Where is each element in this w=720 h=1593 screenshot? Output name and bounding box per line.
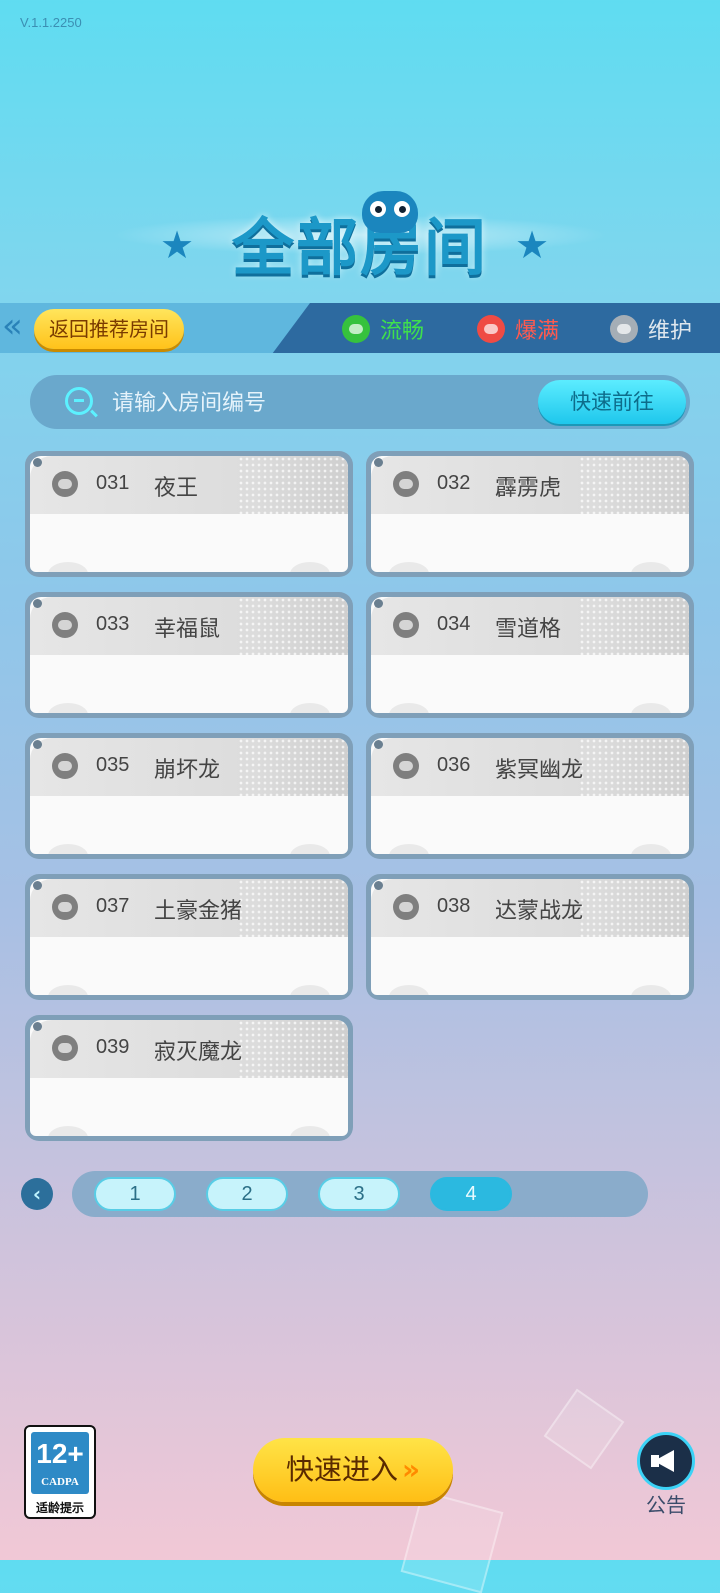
room-number: 036 — [437, 754, 471, 776]
room-card[interactable]: 034 雪道格 — [366, 592, 694, 718]
room-name: 夜王 — [154, 476, 199, 501]
mascot-icon — [362, 191, 418, 233]
room-number: 037 — [96, 895, 130, 917]
pig-status-icon — [52, 471, 78, 497]
room-name: 寂灭魔龙 — [154, 1040, 243, 1065]
room-number: 038 — [437, 895, 471, 917]
pig-status-icon — [610, 315, 638, 343]
room-name: 达蒙战龙 — [495, 899, 584, 924]
room-number: 033 — [96, 613, 130, 635]
version-label: V.1.1.2250 — [20, 15, 82, 30]
room-number: 032 — [437, 472, 471, 494]
megaphone-icon[interactable] — [637, 1432, 695, 1490]
quick-go-button[interactable]: 快速前往 — [538, 380, 686, 424]
pig-status-icon — [393, 753, 419, 779]
notice-label[interactable]: 公告 — [637, 1489, 695, 1518]
legend-label: 爆满 — [515, 319, 560, 344]
legend-label: 流畅 — [380, 319, 425, 344]
pin-dot — [33, 1022, 42, 1031]
pig-status-icon — [393, 894, 419, 920]
legend-label: 维护 — [648, 319, 693, 344]
pin-dot — [374, 458, 383, 467]
pagination: 1 2 3 4 — [72, 1171, 648, 1217]
search-icon — [65, 387, 93, 415]
page-button-3[interactable]: 3 — [318, 1177, 400, 1211]
double-arrow-icon: » — [401, 1453, 421, 1486]
pig-status-icon — [477, 315, 505, 343]
room-name: 霹雳虎 — [495, 476, 562, 501]
age-rating-badge: 12+ CADPA 适龄提示 — [24, 1425, 96, 1519]
chevron-left-icon: « — [2, 306, 23, 346]
page-button-4[interactable]: 4 — [430, 1177, 512, 1211]
pig-status-icon — [52, 1035, 78, 1061]
room-card[interactable]: 038 达蒙战龙 — [366, 874, 694, 1000]
quick-enter-label: 快速进入 — [285, 1453, 398, 1486]
age-rating-label: 12+ — [36, 1438, 84, 1469]
room-number: 039 — [96, 1036, 130, 1058]
prev-page-button[interactable]: ‹ — [21, 1178, 53, 1210]
age-rating-org: CADPA — [41, 1476, 79, 1488]
room-card[interactable]: 033 幸福鼠 — [25, 592, 353, 718]
back-to-recommended-button[interactable]: 返回推荐房间 — [34, 309, 184, 349]
page-title-area: ★ ★ 全部房间 — [0, 175, 720, 285]
room-name: 雪道格 — [495, 617, 562, 642]
pin-dot — [374, 881, 383, 890]
room-name: 崩坏龙 — [154, 758, 221, 783]
pin-dot — [33, 881, 42, 890]
pig-status-icon — [52, 894, 78, 920]
room-card[interactable]: 031 夜王 — [25, 451, 353, 577]
decorative-square — [400, 1490, 504, 1593]
pin-dot — [374, 599, 383, 608]
quick-enter-button[interactable]: 快速进入» — [253, 1438, 453, 1502]
page-title: 全部房间 — [231, 211, 488, 284]
legend-maintenance: 维护 — [610, 313, 692, 345]
pig-status-icon — [52, 612, 78, 638]
room-card[interactable]: 037 土豪金猪 — [25, 874, 353, 1000]
room-card[interactable]: 036 紫冥幽龙 — [366, 733, 694, 859]
room-number: 034 — [437, 613, 471, 635]
pin-dot — [33, 740, 42, 749]
room-number: 035 — [96, 754, 130, 776]
pin-dot — [374, 740, 383, 749]
pig-status-icon — [393, 612, 419, 638]
pig-status-icon — [393, 471, 419, 497]
page-button-2[interactable]: 2 — [206, 1177, 288, 1211]
room-name: 土豪金猪 — [154, 899, 243, 924]
page-button-1[interactable]: 1 — [94, 1177, 176, 1211]
top-banner: « 返回推荐房间 流畅 爆满 维护 — [0, 303, 720, 353]
room-number: 031 — [96, 472, 130, 494]
decorative-square — [543, 1388, 625, 1470]
room-name: 幸福鼠 — [154, 617, 221, 642]
legend-full: 爆满 — [477, 313, 559, 345]
room-name: 紫冥幽龙 — [495, 758, 584, 783]
pin-dot — [33, 458, 42, 467]
room-card[interactable]: 039 寂灭魔龙 — [25, 1015, 353, 1141]
pig-status-icon — [342, 315, 370, 343]
room-card[interactable]: 032 霹雳虎 — [366, 451, 694, 577]
search-bar: 快速前往 — [30, 375, 690, 429]
legend-smooth: 流畅 — [342, 313, 424, 345]
pin-dot — [33, 599, 42, 608]
room-number-input[interactable] — [110, 384, 534, 422]
age-rating-tip: 适龄提示 — [35, 1501, 84, 1515]
pig-status-icon — [52, 753, 78, 779]
room-card[interactable]: 035 崩坏龙 — [25, 733, 353, 859]
